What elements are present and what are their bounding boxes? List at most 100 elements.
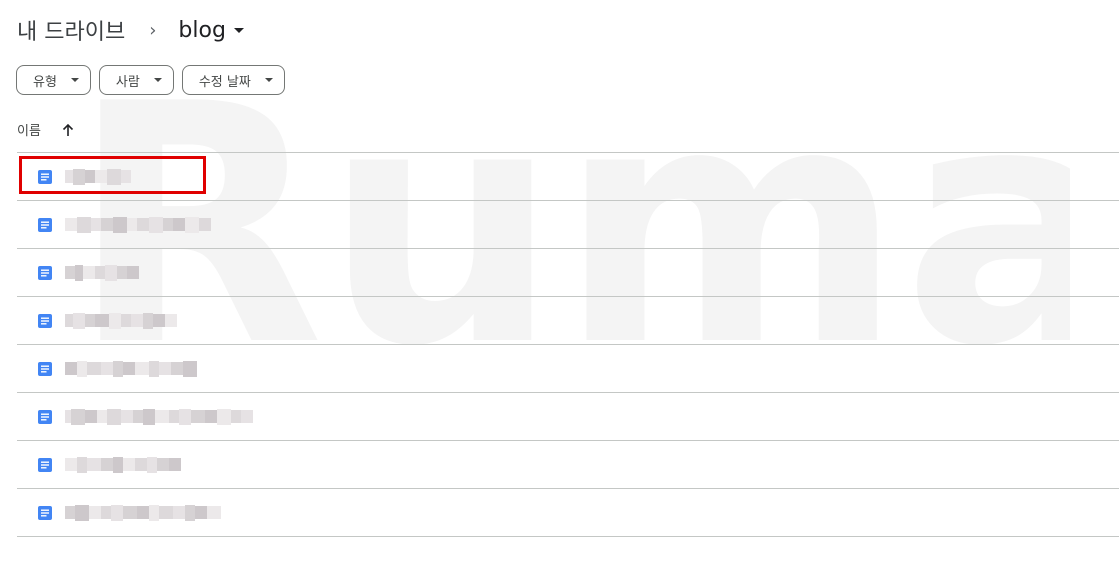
column-header-name[interactable]: 이름 [17,120,75,139]
filter-label: 수정 날짜 [198,74,251,90]
pixelated-block [159,362,171,375]
pixelated-block [127,218,137,231]
google-docs-icon [38,169,52,184]
pixelated-block [101,362,113,375]
column-label: 이름 [17,124,41,139]
file-name-redacted [65,360,197,377]
google-docs-icon [38,313,52,328]
pixelated-block [133,410,143,423]
file-row[interactable] [17,201,1119,249]
pixelated-block [71,408,85,425]
pixelated-block [185,216,199,233]
filter-modified-chip[interactable]: 수정 날짜 [181,65,285,95]
pixelated-block [95,314,109,327]
pixelated-block [137,218,149,231]
google-docs-icon [38,457,52,472]
breadcrumb-my-drive[interactable]: 내 드라이브 [17,14,125,46]
pixelated-block [75,504,89,521]
pixelated-block [149,504,159,521]
pixelated-block [217,408,231,425]
pixelated-block [101,506,111,519]
pixelated-block [107,168,121,185]
pixelated-block [85,170,95,183]
file-name-redacted [65,312,177,329]
file-row[interactable] [17,249,1119,297]
pixelated-block [65,314,73,327]
file-name-redacted [65,504,221,521]
pixelated-block [87,458,101,471]
pixelated-block [65,458,77,471]
pixelated-block [179,408,191,425]
arrow-up-icon[interactable] [61,123,75,137]
pixelated-block [149,216,163,233]
pixelated-block [127,266,139,279]
pixelated-block [207,506,221,519]
pixelated-block [113,216,127,233]
pixelated-block [157,458,169,471]
filter-type-chip[interactable]: 유형 [16,65,91,95]
pixelated-block [173,218,185,231]
pixelated-block [185,504,195,521]
google-docs-icon [38,409,52,424]
pixelated-block [107,408,121,425]
file-name-redacted [65,456,181,473]
pixelated-block [77,360,87,377]
pixelated-block [123,362,135,375]
pixelated-block [73,312,85,329]
breadcrumb-current-folder[interactable]: blog [178,18,244,43]
chevron-right-icon: › [149,19,157,41]
pixelated-block [65,362,77,375]
pixelated-block [95,266,105,279]
filter-label: 유형 [33,74,57,90]
file-row[interactable] [17,393,1119,441]
pixelated-block [137,506,149,519]
pixelated-block [191,410,205,423]
pixelated-block [165,314,177,327]
pixelated-block [153,314,165,327]
file-name-redacted [65,264,139,281]
file-list [17,152,1119,537]
pixelated-block [155,410,169,423]
pixelated-block [169,458,181,471]
file-row[interactable] [17,345,1119,393]
file-row[interactable] [17,153,1119,201]
pixelated-block [117,266,127,279]
pixelated-block [169,410,179,423]
pixelated-block [121,314,131,327]
pixelated-block [195,506,207,519]
file-row[interactable] [17,489,1119,537]
pixelated-block [121,170,131,183]
pixelated-block [73,168,85,185]
pixelated-block [241,410,253,423]
filter-label: 사람 [115,74,140,90]
pixelated-block [149,360,159,377]
pixelated-block [101,218,113,231]
pixelated-block [159,506,173,519]
pixelated-block [95,170,107,183]
pixelated-block [85,314,95,327]
filter-people-chip[interactable]: 사람 [98,65,174,95]
pixelated-block [123,458,135,471]
pixelated-block [143,408,155,425]
pixelated-block [109,312,121,329]
filter-bar: 유형 사람 수정 날짜 [16,65,285,95]
file-name-redacted [65,168,131,185]
pixelated-block [77,216,91,233]
pixelated-block [65,266,75,279]
pixelated-block [171,362,183,375]
file-row[interactable] [17,441,1119,489]
pixelated-block [65,170,73,183]
pixelated-block [85,410,97,423]
pixelated-block [143,312,153,329]
folder-title: blog [178,17,226,43]
pixelated-block [231,410,241,423]
file-row[interactable] [17,297,1119,345]
pixelated-block [147,456,157,473]
pixelated-block [135,362,149,375]
pixelated-block [113,456,123,473]
google-docs-icon [38,505,52,520]
caret-down-icon [233,27,244,33]
pixelated-block [121,410,133,423]
pixelated-block [101,458,113,471]
pixelated-block [131,314,143,327]
